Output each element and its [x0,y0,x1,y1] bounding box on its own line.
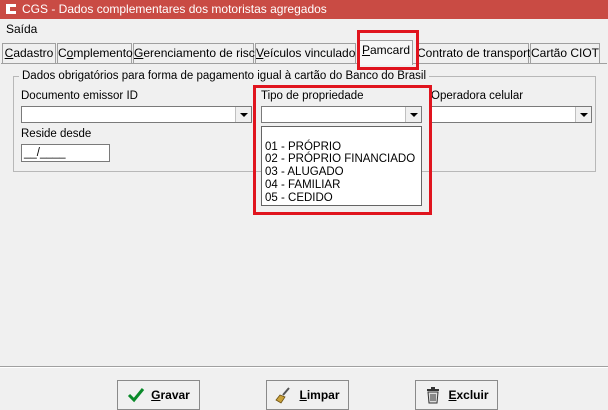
gravar-button[interactable]: Gravar [117,380,200,410]
checkmark-icon [128,388,145,403]
operadora-label: Operadora celular [431,90,524,102]
menu-bar: Saída [0,19,608,39]
tab-complemento[interactable]: Complemento [57,43,133,63]
doc-emissor-combo[interactable] [21,106,252,123]
dropdown-option[interactable]: 05 - CEDIDO [265,192,333,204]
dropdown-option[interactable]: 04 - FAMILIAR [265,179,340,191]
broom-icon [275,387,291,404]
tab-veiculos-vinculado[interactable]: Veículos vinculado [255,43,356,63]
reside-desde-input[interactable]: __/____ [21,144,110,162]
tab-contrato-de-transporte[interactable]: Contrato de transporte [416,43,537,63]
trash-icon [427,387,440,404]
dropdown-option[interactable]: 03 - ALUGADO [265,166,344,178]
tipo-propriedade-dropdown: 01 - PRÓPRIO 02 - PRÓPRIO FINANCIADO 03 … [261,126,422,206]
chevron-down-icon[interactable] [405,107,421,122]
tab-cartao-ciot[interactable]: Cartão CIOT [530,43,600,63]
app-logo-icon [6,4,16,14]
tab-strip: Cadastro Complemento Gerenciamento de ri… [0,40,608,65]
chevron-down-icon[interactable] [575,107,591,122]
chevron-down-icon[interactable] [235,107,251,122]
title-bar: CGS - Dados complementares dos motorista… [0,0,608,19]
group-title: Dados obrigatórios para forma de pagamen… [19,70,430,82]
doc-emissor-label: Documento emissor ID [21,90,138,102]
window-title: CGS - Dados complementares dos motorista… [22,2,327,16]
excluir-button[interactable]: Excluir [415,380,498,410]
divider [0,367,608,368]
reside-desde-label: Reside desde [21,128,92,140]
tipo-propriedade-combo[interactable] [261,106,422,123]
limpar-button[interactable]: Limpar [266,380,349,410]
operadora-combo[interactable] [431,106,592,123]
tipo-propriedade-label: Tipo de propriedade [261,90,364,102]
dropdown-option[interactable]: 01 - PRÓPRIO [265,141,341,153]
tab-pamcard[interactable]: Pamcard [359,40,413,65]
menu-item-saida[interactable]: Saída [6,22,37,36]
tab-gerenciamento-de-risco[interactable]: Gerenciamento de risco [133,43,261,63]
dropdown-option[interactable]: 02 - PRÓPRIO FINANCIADO [265,153,415,165]
tab-cadastro[interactable]: Cadastro [2,43,56,63]
